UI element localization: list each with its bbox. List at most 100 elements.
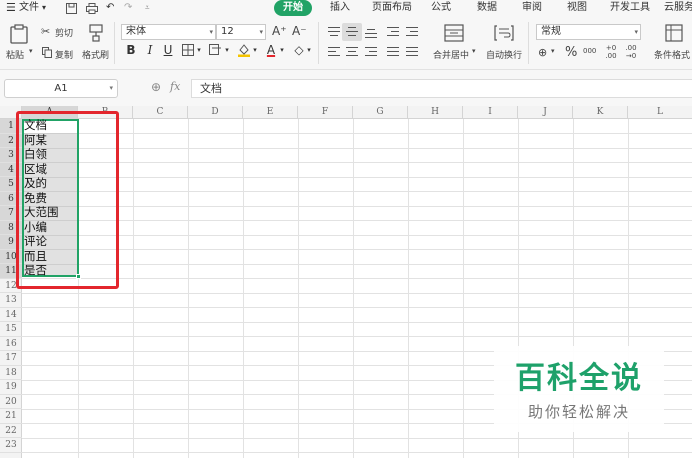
gridline <box>298 119 299 458</box>
row-header[interactable]: 13 <box>0 293 22 308</box>
row-header[interactable]: 22 <box>0 424 22 438</box>
column-header-j[interactable]: J <box>518 106 573 119</box>
borders-icon[interactable] <box>181 42 195 58</box>
gridline <box>22 176 692 178</box>
tab-data[interactable]: 数据 <box>477 0 497 16</box>
chevron-down-icon[interactable]: ▾ <box>29 47 33 55</box>
italic-button[interactable]: I <box>144 42 156 58</box>
copy-button[interactable]: 复制 <box>55 48 73 61</box>
gridline <box>22 321 692 323</box>
row-header[interactable]: 14 <box>0 308 22 322</box>
align-bottom-icon[interactable] <box>364 26 378 39</box>
column-header-k[interactable]: K <box>573 106 628 119</box>
font-color-icon[interactable]: A <box>264 42 278 58</box>
percent-button[interactable]: % <box>565 45 577 60</box>
align-left-icon[interactable] <box>327 46 341 58</box>
cell-style-icon[interactable] <box>208 42 222 58</box>
row-header[interactable]: 15 <box>0 322 22 337</box>
shrink-font-button[interactable]: A⁻ <box>292 24 307 38</box>
wrap-text-icon[interactable] <box>494 24 514 45</box>
align-middle-icon[interactable] <box>345 26 359 38</box>
indent-decrease-icon[interactable] <box>386 26 400 38</box>
chevron-down-icon[interactable]: ▾ <box>551 47 555 55</box>
customize-toolbar-icon[interactable]: ⩡ <box>145 0 150 16</box>
conditional-format-icon[interactable] <box>665 24 683 45</box>
decrease-decimal-button[interactable]: .00 →0 <box>624 44 638 60</box>
tab-view[interactable]: 视图 <box>567 0 587 16</box>
undo-icon[interactable]: ↶ <box>106 0 114 16</box>
chevron-down-icon[interactable]: ▾ <box>279 42 285 58</box>
bold-button[interactable]: B <box>124 42 138 58</box>
chevron-down-icon[interactable]: ▾ <box>252 42 258 58</box>
row-header[interactable]: 21 <box>0 409 22 424</box>
align-right-icon[interactable] <box>364 46 378 58</box>
print-icon[interactable] <box>86 0 98 16</box>
scissors-icon[interactable]: ✂ <box>41 25 50 38</box>
column-header-h[interactable]: H <box>408 106 463 119</box>
chevron-down-icon[interactable]: ▾ <box>306 42 312 58</box>
format-painter-button[interactable]: 格式刷 <box>82 48 109 61</box>
indent-increase-icon[interactable] <box>405 26 419 38</box>
merge-center-icon[interactable] <box>444 24 464 45</box>
increase-decimal-button[interactable]: +0 .00 <box>605 44 617 60</box>
chevron-down-icon[interactable]: ▾ <box>42 0 46 16</box>
tab-formulas[interactable]: 公式 <box>431 0 451 16</box>
chevron-down-icon[interactable]: ▾ <box>196 42 202 58</box>
underline-button[interactable]: U <box>162 42 174 58</box>
redo-icon[interactable]: ↷ <box>124 0 132 16</box>
row-header[interactable]: 20 <box>0 395 22 409</box>
copy-icon[interactable] <box>42 47 52 61</box>
cut-button[interactable]: 剪切 <box>55 26 73 39</box>
clear-format-icon[interactable]: ◇ <box>292 42 306 58</box>
row-header[interactable]: 17 <box>0 351 22 366</box>
row-header[interactable]: 19 <box>0 380 22 395</box>
paste-label[interactable]: 粘贴 <box>6 48 24 61</box>
font-size-select[interactable]: 12 ▾ <box>216 24 266 40</box>
align-center-icon[interactable] <box>345 46 359 58</box>
save-icon[interactable] <box>66 0 77 16</box>
formula-bar: A1 ▾ ⊕ fx 文档 <box>0 70 692 106</box>
font-name-select[interactable]: 宋体 ▾ <box>121 24 216 40</box>
formula-input[interactable]: 文档 <box>191 79 692 98</box>
paste-button[interactable] <box>10 24 28 47</box>
grow-font-button[interactable]: A⁺ <box>272 24 287 38</box>
column-header-d[interactable]: D <box>188 106 243 119</box>
column-header-i[interactable]: I <box>463 106 518 119</box>
row-header[interactable]: 23 <box>0 438 22 453</box>
number-format-select[interactable]: 常规 ▾ <box>536 24 641 40</box>
merge-center-button[interactable]: 合并居中 <box>433 48 469 61</box>
row-header[interactable]: 18 <box>0 366 22 380</box>
justify-icon[interactable] <box>386 46 400 58</box>
column-header-e[interactable]: E <box>243 106 298 119</box>
format-painter-icon[interactable] <box>88 24 104 45</box>
menu-file[interactable]: 文件 <box>19 0 39 16</box>
thousands-separator-button[interactable]: 000 <box>583 47 596 55</box>
tab-home[interactable]: 开始 <box>274 0 312 16</box>
currency-icon[interactable]: ⊕ <box>538 46 547 59</box>
gridline <box>22 336 692 337</box>
wrap-text-button[interactable]: 自动换行 <box>486 48 522 61</box>
chevron-down-icon[interactable]: ▾ <box>224 42 230 58</box>
column-header-f[interactable]: F <box>298 106 353 119</box>
gridline <box>22 278 692 279</box>
distributed-icon[interactable] <box>405 46 419 58</box>
name-box-value: A1 <box>54 83 68 94</box>
column-header-l[interactable]: L <box>628 106 692 119</box>
zoom-icon[interactable]: ⊕ <box>151 80 161 94</box>
tab-developer[interactable]: 开发工具 <box>610 0 650 16</box>
column-header-g[interactable]: G <box>353 106 408 119</box>
tab-cloud-service[interactable]: 云服务 <box>664 0 692 16</box>
gridline <box>22 249 692 250</box>
hamburger-menu-icon[interactable]: ☰ <box>6 0 16 16</box>
tab-review[interactable]: 审阅 <box>522 0 542 16</box>
chevron-down-icon[interactable]: ▾ <box>472 47 476 55</box>
tab-insert[interactable]: 插入 <box>330 0 350 16</box>
fill-color-icon[interactable] <box>237 42 251 58</box>
row-header[interactable]: 16 <box>0 337 22 351</box>
fx-icon[interactable]: fx <box>170 80 180 93</box>
name-box[interactable]: A1 ▾ <box>4 79 118 98</box>
tab-page-layout[interactable]: 页面布局 <box>372 0 412 16</box>
conditional-format-button[interactable]: 条件格式 <box>654 48 690 61</box>
align-top-icon[interactable] <box>327 26 341 38</box>
column-header-c[interactable]: C <box>133 106 188 119</box>
